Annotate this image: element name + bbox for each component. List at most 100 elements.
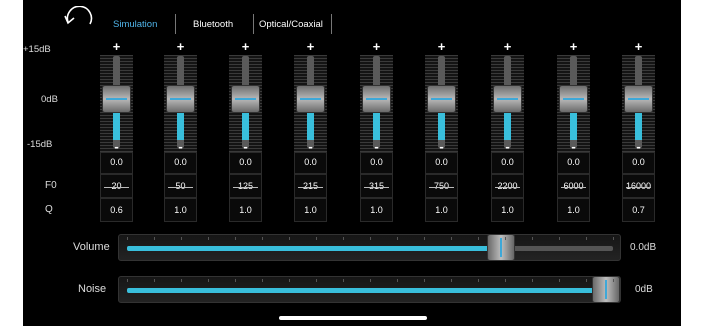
eq-slider-knob[interactable] (560, 86, 587, 112)
noise-slider[interactable] (118, 276, 621, 303)
eq-band-8: + -0.0 16000 0.7 (622, 40, 655, 226)
noise-knob[interactable] (593, 277, 619, 302)
plus-button[interactable]: + (425, 40, 458, 54)
q-value: 1.0 (501, 205, 514, 215)
slider-tick (208, 279, 209, 282)
plus-button[interactable]: + (294, 40, 327, 54)
gain-value: 0.0 (501, 157, 514, 167)
slider-tick (559, 279, 560, 282)
db-label-mid: 0dB (41, 94, 58, 105)
slider-tick (154, 279, 155, 282)
gain-value: 0.0 (567, 157, 580, 167)
eq-band-2: + -0.0 125 1.0 (229, 40, 262, 226)
f0-value: 315 (368, 181, 385, 191)
slider-tick (424, 237, 425, 240)
eq-band-6: + -0.0 2200 1.0 (491, 40, 524, 226)
slider-tick (181, 279, 182, 282)
slider-tick (451, 279, 452, 282)
eq-slider-knob[interactable] (167, 86, 194, 112)
db-label-bottom: -15dB (27, 139, 53, 150)
home-indicator (279, 316, 427, 320)
knob-indicator (170, 98, 191, 100)
eq-slider-fill (242, 112, 249, 140)
knob-indicator (500, 238, 502, 257)
slider-tick (559, 237, 560, 240)
volume-knob[interactable] (488, 235, 514, 260)
tab-bluetooth[interactable]: Bluetooth (193, 19, 233, 30)
gain-value: 0.0 (174, 157, 187, 167)
slider-tick (478, 279, 479, 282)
noise-value: 0dB (635, 284, 653, 295)
slider-tick (343, 279, 344, 282)
slider-tick (235, 279, 236, 282)
f0-value: 215 (302, 181, 319, 191)
slider-tick (397, 237, 398, 240)
q-value: 0.6 (110, 205, 123, 215)
knob-indicator (300, 98, 321, 100)
q-value: 1.0 (370, 205, 383, 215)
eq-band-5: + -0.0 750 1.0 (425, 40, 458, 226)
f0-underline (561, 187, 586, 188)
slider-tick (613, 279, 614, 282)
f0-underline (364, 187, 389, 188)
slider-tick (613, 237, 614, 240)
f0-underline (429, 187, 454, 188)
slider-tick (154, 237, 155, 240)
eq-slider-fill (504, 112, 511, 140)
slider-tick (532, 237, 533, 240)
knob-indicator (497, 98, 518, 100)
plus-button[interactable]: + (164, 40, 197, 54)
plus-button[interactable]: + (491, 40, 524, 54)
knob-indicator (235, 98, 256, 100)
eq-slider-knob[interactable] (232, 86, 259, 112)
slider-tick (289, 237, 290, 240)
plus-button[interactable]: + (100, 40, 133, 54)
q-value: 1.0 (174, 205, 187, 215)
tab-simulation[interactable]: Simulation (113, 19, 157, 30)
equalizer-screen: Simulation Bluetooth Optical/Coaxial +15… (23, 0, 681, 326)
eq-slider-knob[interactable] (625, 86, 652, 112)
slider-tick (478, 237, 479, 240)
slider-tick (586, 279, 587, 282)
eq-band-4: + -0.0 315 1.0 (360, 40, 393, 226)
knob-indicator (431, 98, 452, 100)
eq-slider-knob[interactable] (428, 86, 455, 112)
f0-underline (104, 187, 129, 188)
plus-button[interactable]: + (229, 40, 262, 54)
volume-label: Volume (73, 241, 110, 253)
gain-value: 0.0 (370, 157, 383, 167)
plus-button[interactable]: + (557, 40, 590, 54)
tab-optical-coaxial[interactable]: Optical/Coaxial (259, 19, 323, 30)
eq-slider-knob[interactable] (363, 86, 390, 112)
knob-indicator (366, 98, 387, 100)
f0-value: 750 (433, 181, 450, 191)
back-arrow-icon[interactable] (62, 5, 96, 34)
knob-indicator (628, 98, 649, 100)
eq-slider-knob[interactable] (494, 86, 521, 112)
slider-tick (370, 279, 371, 282)
noise-label: Noise (78, 283, 107, 295)
f0-underline (626, 187, 651, 188)
f0-value: 20 (111, 181, 122, 191)
tab-separator (175, 14, 176, 34)
slider-tick (262, 279, 263, 282)
eq-slider-knob[interactable] (297, 86, 324, 112)
slider-tick (505, 237, 506, 240)
q-value: 1.0 (239, 205, 252, 215)
eq-slider-fill (635, 112, 642, 140)
db-label-top: +15dB (23, 44, 51, 55)
slider-tick (532, 279, 533, 282)
slider-tick (127, 279, 128, 282)
tab-separator (253, 14, 254, 34)
knob-indicator (605, 280, 607, 299)
eq-slider-knob[interactable] (103, 86, 130, 112)
plus-button[interactable]: + (622, 40, 655, 54)
slider-tick (451, 237, 452, 240)
gain-value: 0.0 (632, 157, 645, 167)
plus-button[interactable]: + (360, 40, 393, 54)
eq-band-7: + -0.0 6000 1.0 (557, 40, 590, 226)
slider-tick (289, 279, 290, 282)
volume-slider[interactable] (118, 234, 621, 261)
volume-fill (127, 246, 501, 251)
gain-value: 0.0 (110, 157, 123, 167)
